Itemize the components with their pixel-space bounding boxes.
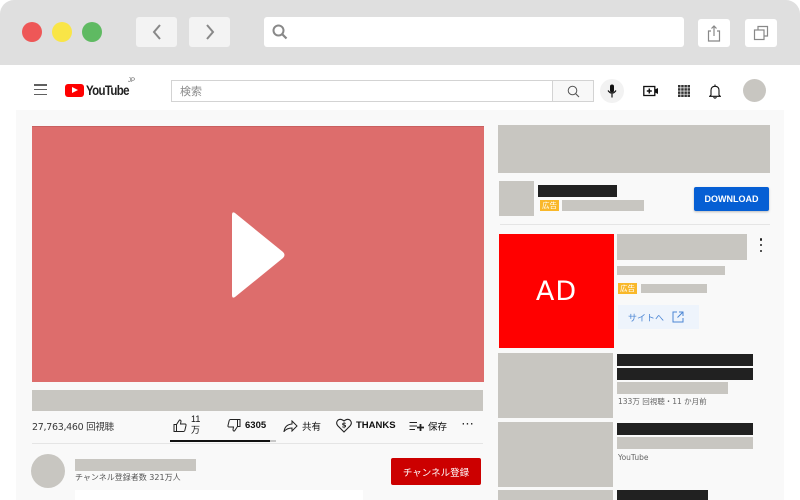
super-thanks-heart-icon: $: [336, 418, 352, 433]
ad-advertiser-placeholder: [641, 284, 707, 293]
view-count: 27,763,460 回視聴: [32, 422, 114, 433]
logo-text: YouTube: [86, 82, 129, 98]
account-avatar[interactable]: [743, 79, 766, 102]
channel-name-placeholder[interactable]: [75, 459, 196, 471]
related-video-title-placeholder[interactable]: [617, 490, 708, 500]
channel-avatar[interactable]: [31, 454, 65, 488]
related-video-channel-placeholder: [617, 382, 728, 394]
related-video-title-placeholder[interactable]: [617, 423, 753, 435]
search-icon: [567, 85, 579, 97]
ad-badge: 広告: [540, 200, 559, 211]
like-button[interactable]: 11 万: [173, 414, 200, 436]
related-video-title-placeholder[interactable]: [617, 354, 753, 366]
external-link-icon: [672, 311, 684, 323]
related-video-thumbnail[interactable]: [498, 422, 613, 487]
divider: [32, 443, 483, 444]
share-label: 共有: [302, 422, 322, 433]
ad-description-placeholder: [617, 266, 725, 275]
tabs-icon: [753, 25, 769, 41]
video-title-placeholder: [32, 390, 483, 411]
ad-badge: 広告: [618, 283, 637, 294]
notifications-icon: [709, 84, 721, 99]
related-video-meta: 133万 回視聴・11 か月前: [618, 397, 707, 406]
search-input[interactable]: [172, 81, 552, 101]
related-video-thumbnail[interactable]: [498, 490, 613, 500]
more-options-icon[interactable]: [757, 238, 765, 252]
related-video-title-placeholder[interactable]: [617, 368, 753, 380]
visit-site-label: サイトへ: [628, 313, 665, 324]
ad-advertiser-placeholder: [562, 200, 644, 211]
apps-icon: [678, 85, 690, 97]
search-box[interactable]: [171, 80, 552, 102]
share-button[interactable]: 共有: [283, 419, 321, 433]
share-arrow-icon: [283, 420, 298, 432]
sidebar-divider: [500, 224, 770, 225]
ad-title-placeholder[interactable]: [617, 234, 747, 260]
share-page-button[interactable]: [698, 19, 730, 47]
address-bar[interactable]: [264, 17, 684, 47]
create-video-icon: [643, 85, 658, 97]
ad-thumbnail[interactable]: AD: [499, 234, 614, 348]
ad-app-icon[interactable]: [499, 181, 534, 216]
like-ratio-fill: [170, 440, 270, 442]
ad-thumbnail-text: AD: [535, 275, 578, 307]
search-icon: [272, 24, 288, 40]
region-label: JP: [128, 78, 136, 84]
subscribe-button[interactable]: チャンネル登録: [391, 458, 481, 485]
youtube-header: YouTube JP: [0, 65, 800, 110]
save-button[interactable]: 保存: [409, 419, 447, 433]
chevron-left-icon: [152, 24, 161, 40]
search-button[interactable]: [552, 80, 594, 102]
description-box[interactable]: [75, 490, 363, 500]
browser-chrome: [0, 0, 800, 65]
mic-icon: [607, 84, 617, 98]
companion-ad-banner[interactable]: [498, 125, 770, 173]
thanks-label: THANKS: [356, 420, 396, 431]
more-actions-button[interactable]: ···: [462, 419, 475, 430]
related-video-thumbnail[interactable]: [498, 353, 613, 418]
dislike-button[interactable]: 6305: [227, 419, 266, 432]
more-icon: ···: [462, 419, 475, 430]
menu-icon[interactable]: [34, 84, 47, 95]
svg-text:$: $: [342, 422, 347, 430]
apps-button[interactable]: [676, 83, 692, 99]
tabs-button[interactable]: [745, 19, 777, 47]
play-icon[interactable]: [230, 211, 286, 299]
minimize-window-button[interactable]: [52, 22, 72, 42]
create-button[interactable]: [643, 83, 659, 99]
youtube-logo[interactable]: YouTube JP: [65, 78, 138, 98]
youtube-play-logo-icon: [65, 83, 84, 97]
thumbs-up-icon: [173, 418, 187, 432]
save-label: 保存: [428, 422, 448, 433]
voice-search-button[interactable]: [600, 79, 624, 103]
download-button[interactable]: DOWNLOAD: [694, 187, 769, 211]
back-button[interactable]: [136, 17, 177, 47]
ad-title-placeholder: [538, 185, 617, 197]
chevron-right-icon: [205, 24, 214, 40]
close-window-button[interactable]: [22, 22, 42, 42]
visit-site-button[interactable]: サイトへ: [618, 305, 699, 329]
thumbs-down-icon: [227, 419, 241, 432]
maximize-window-button[interactable]: [82, 22, 102, 42]
related-video-channel-placeholder: [617, 437, 753, 449]
video-player[interactable]: [32, 126, 484, 382]
forward-button[interactable]: [189, 17, 230, 47]
notifications-button[interactable]: [707, 83, 723, 99]
thanks-button[interactable]: $ THANKS: [336, 418, 396, 433]
subscriber-count: チャンネル登録者数 321万人: [75, 473, 181, 482]
related-video-meta: YouTube: [618, 453, 649, 462]
share-icon: [707, 24, 721, 42]
like-dislike-ratio-bar: [170, 440, 276, 442]
playlist-add-icon: [409, 422, 424, 431]
like-count: 11 万: [191, 414, 201, 435]
dislike-count: 6305: [245, 420, 267, 431]
